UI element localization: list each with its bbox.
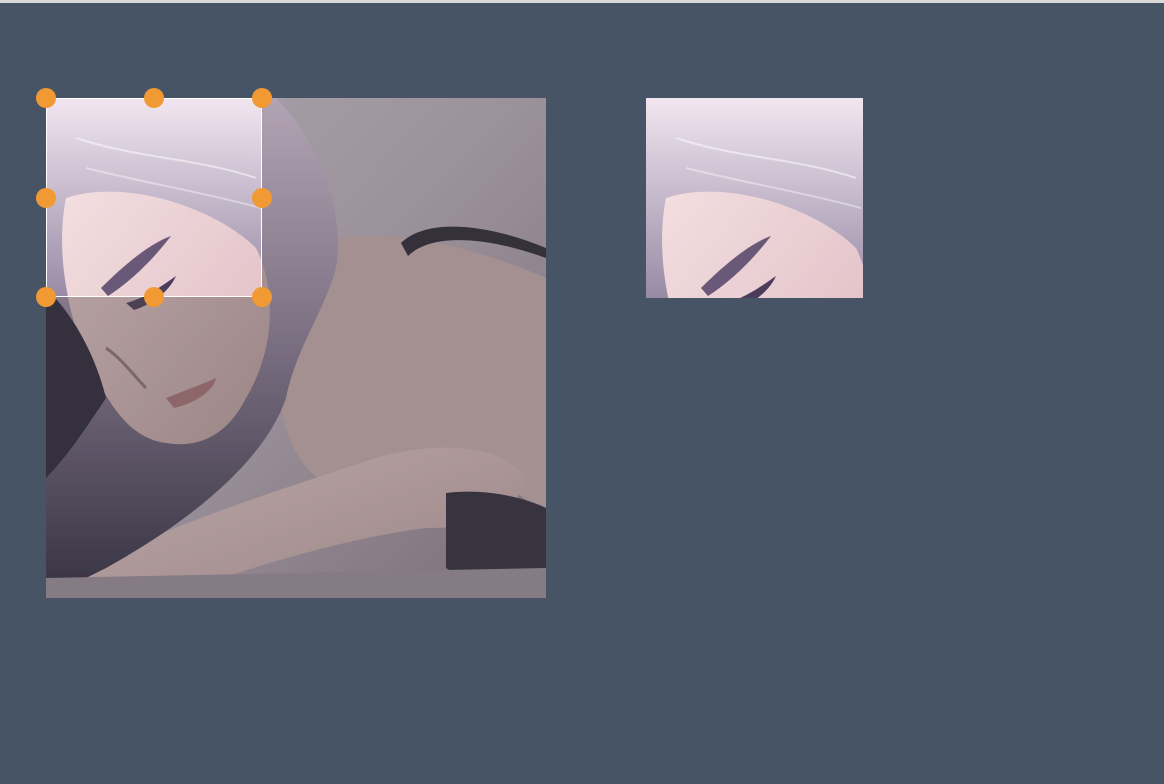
crop-handle-bottom-left[interactable] <box>36 287 56 307</box>
crop-handle-middle-left[interactable] <box>36 188 56 208</box>
crop-handle-bottom-right[interactable] <box>252 287 272 307</box>
crop-preview-image <box>646 98 863 298</box>
crop-handle-bottom-center[interactable] <box>144 287 164 307</box>
crop-handle-top-right[interactable] <box>252 88 272 108</box>
crop-selection-box[interactable] <box>46 98 262 297</box>
crop-selection-content <box>47 99 261 296</box>
top-border <box>0 0 1164 3</box>
crop-handle-top-center[interactable] <box>144 88 164 108</box>
crop-handle-top-left[interactable] <box>36 88 56 108</box>
crop-handle-middle-right[interactable] <box>252 188 272 208</box>
crop-preview <box>646 98 863 298</box>
